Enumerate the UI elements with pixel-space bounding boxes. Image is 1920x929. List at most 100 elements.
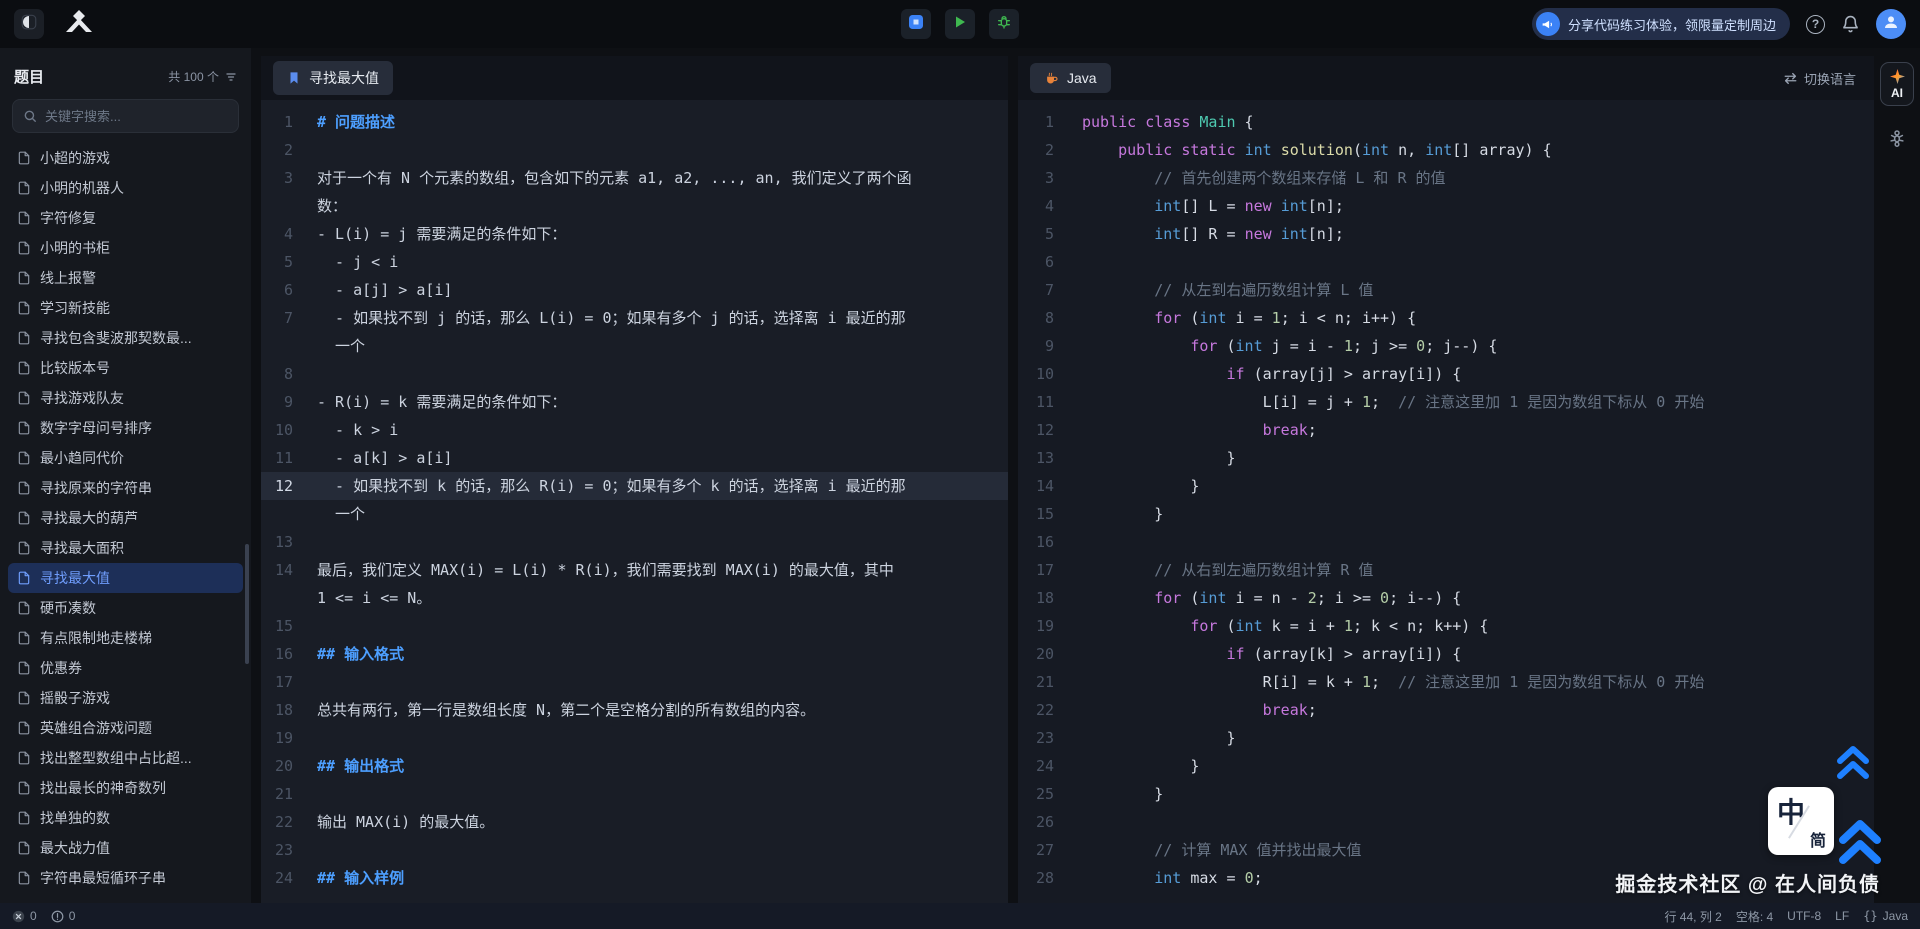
problem-line[interactable]: 10 - k > i: [261, 416, 1008, 444]
code-line[interactable]: 13 }: [1018, 444, 1874, 472]
sidebar-item[interactable]: 小超的游戏: [8, 143, 243, 173]
problem-line[interactable]: 数：: [261, 192, 1008, 220]
code-line[interactable]: 11 L[i] = j + 1; // 注意这里加 1 是因为数组下标从 0 开…: [1018, 388, 1874, 416]
problem-line[interactable]: 17: [261, 668, 1008, 696]
language-mode[interactable]: {} Java: [1863, 909, 1908, 923]
code-line[interactable]: 9 for (int j = i - 1; j >= 0; j--) {: [1018, 332, 1874, 360]
problem-line[interactable]: 22输出 MAX(i) 的最大值。: [261, 808, 1008, 836]
ai-assistant-button[interactable]: AI: [1880, 62, 1914, 106]
sidebar-item[interactable]: 最大战力值: [8, 833, 243, 863]
app-logo[interactable]: [14, 9, 44, 39]
sidebar-item[interactable]: 学习新技能: [8, 293, 243, 323]
code-lines[interactable]: 1public class Main {2 public static int …: [1018, 100, 1874, 903]
error-indicator[interactable]: 0: [12, 909, 37, 923]
problem-line[interactable]: 15: [261, 612, 1008, 640]
problem-line[interactable]: 一个: [261, 332, 1008, 360]
problem-line[interactable]: 1 <= i <= N。: [261, 584, 1008, 612]
code-line[interactable]: 1public class Main {: [1018, 108, 1874, 136]
code-line[interactable]: 27 // 计算 MAX 值并找出最大值: [1018, 836, 1874, 864]
sidebar-item[interactable]: 最小趋同代价: [8, 443, 243, 473]
code-line[interactable]: 28 int max = 0;: [1018, 864, 1874, 892]
bell-icon[interactable]: [1841, 15, 1860, 34]
sidebar-scrollbar[interactable]: [245, 544, 249, 664]
filter-icon[interactable]: [225, 71, 237, 83]
sidebar-item[interactable]: 线上报警: [8, 263, 243, 293]
sidebar-item[interactable]: 小明的书柜: [8, 233, 243, 263]
problem-line[interactable]: 21: [261, 780, 1008, 808]
ant-icon[interactable]: [1887, 128, 1907, 148]
problem-line[interactable]: 5 - j < i: [261, 248, 1008, 276]
problem-line[interactable]: 11 - a[k] > a[i]: [261, 444, 1008, 472]
problem-line[interactable]: 16## 输入格式: [261, 640, 1008, 668]
code-line[interactable]: 25 }: [1018, 780, 1874, 808]
sidebar-item[interactable]: 找单独的数: [8, 803, 243, 833]
problem-line[interactable]: 6 - a[j] > a[i]: [261, 276, 1008, 304]
sidebar-item[interactable]: 找出整型数组中占比超...: [8, 743, 243, 773]
language-tab[interactable]: Java: [1030, 63, 1111, 93]
problem-line[interactable]: 9- R(i) = k 需要满足的条件如下：: [261, 388, 1008, 416]
code-line[interactable]: 5 int[] R = new int[n];: [1018, 220, 1874, 248]
sidebar-item[interactable]: 字符串最短循环子串: [8, 863, 243, 893]
code-line[interactable]: 10 if (array[j] > array[i]) {: [1018, 360, 1874, 388]
sidebar-item[interactable]: 数字字母问号排序: [8, 413, 243, 443]
code-line[interactable]: 8 for (int i = 1; i < n; i++) {: [1018, 304, 1874, 332]
code-line[interactable]: 15 }: [1018, 500, 1874, 528]
code-line[interactable]: 24 }: [1018, 752, 1874, 780]
sidebar-item[interactable]: 硬币凑数: [8, 593, 243, 623]
help-icon[interactable]: ?: [1806, 15, 1825, 34]
problem-line[interactable]: 18总共有两行，第一行是数组长度 N，第二个是空格分割的所有数组的内容。: [261, 696, 1008, 724]
code-line[interactable]: 23 }: [1018, 724, 1874, 752]
indent-setting[interactable]: 空格: 4: [1736, 908, 1773, 925]
sidebar-item[interactable]: 找出最长的神奇数列: [8, 773, 243, 803]
debug-button[interactable]: [989, 9, 1019, 39]
sidebar-item[interactable]: 优惠券: [8, 653, 243, 683]
problem-line[interactable]: 19: [261, 724, 1008, 752]
sidebar-item[interactable]: 英雄组合游戏问题: [8, 713, 243, 743]
problem-line[interactable]: 2: [261, 136, 1008, 164]
avatar[interactable]: [1876, 9, 1906, 39]
sidebar-item[interactable]: 寻找最大值: [8, 563, 243, 593]
code-line[interactable]: 4 int[] L = new int[n];: [1018, 192, 1874, 220]
warning-indicator[interactable]: 0: [51, 909, 76, 923]
switch-language-button[interactable]: 切换语言: [1783, 69, 1862, 88]
sidebar-item[interactable]: 寻找包含斐波那契数最...: [8, 323, 243, 353]
promo-banner[interactable]: 分享代码练习体验，领限量定制周边: [1532, 8, 1790, 40]
code-line[interactable]: 22 break;: [1018, 696, 1874, 724]
problem-line[interactable]: 3对于一个有 N 个元素的数组，包含如下的元素 a1, a2, ..., an,…: [261, 164, 1008, 192]
problem-line[interactable]: 一个: [261, 500, 1008, 528]
code-line[interactable]: 14 }: [1018, 472, 1874, 500]
sidebar-item[interactable]: 小明的机器人: [8, 173, 243, 203]
eol-setting[interactable]: LF: [1835, 909, 1849, 923]
brand-logo[interactable]: [58, 10, 100, 39]
code-line[interactable]: 17 // 从右到左遍历数组计算 R 值: [1018, 556, 1874, 584]
search-input[interactable]: [45, 109, 228, 124]
problem-line[interactable]: 1# 问题描述: [261, 108, 1008, 136]
problem-line[interactable]: 4- L(i) = j 需要满足的条件如下：: [261, 220, 1008, 248]
problem-line[interactable]: 13: [261, 528, 1008, 556]
code-line[interactable]: 16: [1018, 528, 1874, 556]
code-line[interactable]: 21 R[i] = k + 1; // 注意这里加 1 是因为数组下标从 0 开…: [1018, 668, 1874, 696]
code-line[interactable]: 19 for (int k = i + 1; k < n; k++) {: [1018, 612, 1874, 640]
sidebar-item[interactable]: 比较版本号: [8, 353, 243, 383]
sidebar-item[interactable]: 寻找游戏队友: [8, 383, 243, 413]
sidebar-item[interactable]: 寻找原来的字符串: [8, 473, 243, 503]
problem-lines[interactable]: 1# 问题描述23对于一个有 N 个元素的数组，包含如下的元素 a1, a2, …: [261, 100, 1008, 903]
sidebar-item[interactable]: 摇骰子游戏: [8, 683, 243, 713]
problem-line[interactable]: 24## 输入样例: [261, 864, 1008, 892]
code-line[interactable]: 6: [1018, 248, 1874, 276]
code-line[interactable]: 7 // 从左到右遍历数组计算 L 值: [1018, 276, 1874, 304]
sidebar-item[interactable]: 有点限制地走楼梯: [8, 623, 243, 653]
encoding[interactable]: UTF-8: [1787, 909, 1821, 923]
sidebar-item[interactable]: 寻找最大的葫芦: [8, 503, 243, 533]
console-button[interactable]: [901, 9, 931, 39]
cursor-position[interactable]: 行 44, 列 2: [1664, 908, 1721, 925]
code-line[interactable]: 3 // 首先创建两个数组来存储 L 和 R 的值: [1018, 164, 1874, 192]
code-line[interactable]: 20 if (array[k] > array[i]) {: [1018, 640, 1874, 668]
problem-line[interactable]: 12 - 如果找不到 k 的话，那么 R(i) = 0；如果有多个 k 的话，选…: [261, 472, 1008, 500]
code-line[interactable]: 26: [1018, 808, 1874, 836]
code-line[interactable]: 18 for (int i = n - 2; i >= 0; i--) {: [1018, 584, 1874, 612]
run-button[interactable]: [945, 9, 975, 39]
code-line[interactable]: 12 break;: [1018, 416, 1874, 444]
problem-line[interactable]: 7 - 如果找不到 j 的话，那么 L(i) = 0；如果有多个 j 的话，选择…: [261, 304, 1008, 332]
problem-line[interactable]: 23: [261, 836, 1008, 864]
